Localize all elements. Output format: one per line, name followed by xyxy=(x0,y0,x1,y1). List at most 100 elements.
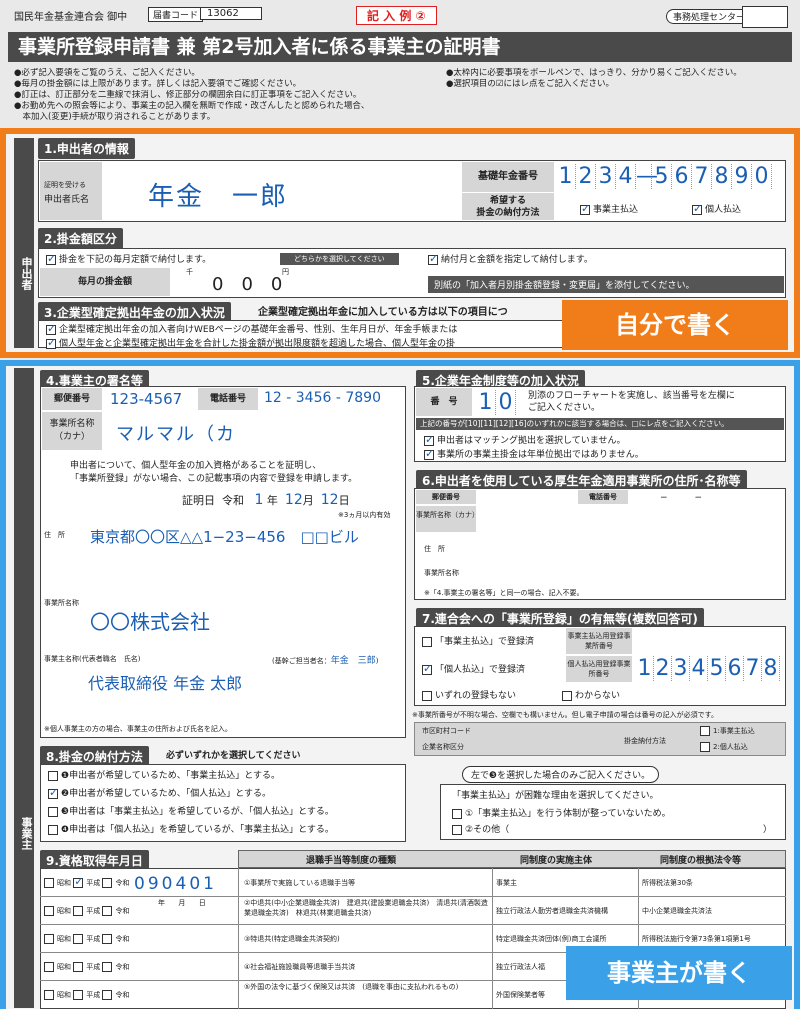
method-opt-personal[interactable]: 個人払込 xyxy=(692,202,741,215)
checkbox-icon xyxy=(102,906,113,916)
s9-date-row1[interactable]: 090401 xyxy=(134,874,217,894)
s9-era-row4[interactable]: 昭和 平成 令和 xyxy=(44,962,129,972)
s9-row3-kind: ③特退共(特定退職金共済契約) xyxy=(244,935,340,943)
checkbox-icon xyxy=(562,690,572,701)
checkbox-icon xyxy=(73,962,84,972)
checkbox-icon xyxy=(102,934,113,944)
s7-opt2-label: 個人払込用登録事業所番号 xyxy=(566,656,632,682)
monthly-amount[interactable]: 000 xyxy=(212,274,300,295)
fixed-monthly-option[interactable]: 掛金を下記の毎月定額で納付します。 xyxy=(46,252,211,265)
postal-label: 郵便番号 xyxy=(42,388,102,410)
checkbox-icon xyxy=(73,934,84,944)
s9-header-kind: 退職手当等制度の種類 xyxy=(306,856,397,866)
s5-number[interactable]: 10 xyxy=(476,390,516,415)
office-name-value[interactable]: 〇〇株式会社 xyxy=(90,606,210,635)
s3-note: 企業型確定拠出年金に加入している方は以下の項目につ xyxy=(258,307,508,318)
s6-kana: 事業所名称（カナ） xyxy=(416,506,479,532)
s9-era-row1[interactable]: 昭和 平成 令和 xyxy=(44,878,129,888)
s3-item2[interactable]: 個人型年金と企業型確定拠出年金を合計した掛金額が拠出限度額を超過した場合、個人型… xyxy=(46,336,566,349)
addressee: 国民年金基金連合会 御中 xyxy=(14,12,128,23)
postal-value[interactable]: 123-4567 xyxy=(110,390,182,408)
checkbox-icon xyxy=(452,824,462,835)
s8-item1[interactable]: ❶申出者が希望しているため、「事業主払込」とする。 xyxy=(48,768,280,781)
kana-value[interactable]: マルマル（カ xyxy=(116,420,236,446)
s9-row1-law: 所得税法第30条 xyxy=(642,879,693,887)
s7-opt1[interactable]: 「事業主払込」で登録済 xyxy=(422,634,534,647)
checkbox-icon xyxy=(73,906,84,916)
s8-item3[interactable]: ❸申出者は「事業主払込」を希望しているが、「個人払込」とする。 xyxy=(48,804,334,817)
s6-box xyxy=(414,488,786,600)
example-badge: 記 入 例 ② xyxy=(356,6,437,25)
rep-value[interactable]: 代表取締役 年金 太郎 xyxy=(88,670,242,694)
s7-opt4[interactable]: わからない xyxy=(562,688,620,701)
s2-title: 2.掛金額区分 xyxy=(38,228,123,249)
phone-label: 電話番号 xyxy=(198,388,258,410)
pension-number[interactable]: 1 2 3 4 —5 6 7 8 9 0 xyxy=(556,164,772,189)
specify-option[interactable]: 納付月と金額を指定して納付します。 xyxy=(428,252,593,265)
s7-opt2[interactable]: 「個人払込」で登録済 xyxy=(422,662,525,675)
checkbox-icon xyxy=(44,934,54,944)
cert-text: 申出者について、個人型年金の加入資格があることを証明し、 「事業所登録」がない場合… xyxy=(70,461,358,484)
checkbox-icon xyxy=(424,447,434,460)
s5-check1[interactable]: 申出者はマッチング拠出を選択していません。 xyxy=(424,433,625,446)
s5-desc: 別添のフローチャートを実施し、該当番号を左欄に ご記入ください。 xyxy=(528,391,735,413)
s7-note: ※事業所番号が不明な場合、空欄でも構いません。但し電子申請の場合は番号の記入が必… xyxy=(412,711,718,719)
phone-value[interactable]: 12 - 3456 - 7890 xyxy=(264,390,381,406)
method-opt-employer[interactable]: 事業主払込 xyxy=(580,202,638,215)
s5-check2[interactable]: 事業所の事業主掛金は年単位拠出ではありません。 xyxy=(424,447,644,460)
notes-left: ●必ず記入要領をご覧のうえ、ご記入ください。 ●毎月の掛金額には上限があります。… xyxy=(14,68,370,122)
s8-right-opt2[interactable]: ②その他（） xyxy=(452,822,782,835)
company-kind-label: 企業名称区分 xyxy=(422,743,464,751)
s8-right-opt1[interactable]: ①「事業主払込」を行う体制が整っていないため。 xyxy=(452,806,671,819)
pay-opt2: 2:個人払込 xyxy=(700,742,748,752)
checkbox-icon xyxy=(102,962,113,972)
s8-item4[interactable]: ❹申出者は「個人払込」を希望しているが、「事業主払込」とする。 xyxy=(48,822,334,835)
s8-right-title: 左で❸を選択した場合のみご記入ください。 xyxy=(462,766,660,783)
checkbox-icon xyxy=(46,322,56,335)
s9-header-entity: 同制度の実施主体 xyxy=(520,856,593,866)
checkbox-icon xyxy=(48,824,58,835)
notes-right: ●太枠内に必要事項をボールペンで、はっきり、分かり易くご記入ください。 ●選択項… xyxy=(446,68,742,89)
employer-side-label: 事業主 xyxy=(14,368,34,1008)
callout-employer: 事業主が書く xyxy=(566,946,792,1000)
s6-name: 事業所名称 xyxy=(424,569,459,577)
s9-row1-entity: 事業主 xyxy=(496,879,517,887)
s9-era-row3[interactable]: 昭和 平成 令和 xyxy=(44,934,129,944)
checkbox-icon xyxy=(73,878,83,888)
s9-era-row5[interactable]: 昭和 平成 令和 xyxy=(44,990,129,1000)
valid-note: ※3ヵ月以内有効 xyxy=(338,511,391,519)
thousand-unit: 千 xyxy=(186,268,193,276)
code-label: 届書コード xyxy=(148,7,204,22)
checkbox-icon xyxy=(102,878,113,888)
sole-note: ※個人事業主の方の場合、事業主の住所および氏名を記入。 xyxy=(44,725,232,733)
kana-label: 事業所名称 （カナ） xyxy=(42,412,102,450)
office-use-box xyxy=(742,6,788,28)
attach-note: 別紙の「加入者月別掛金額登録・変更届」を添付してください。 xyxy=(428,276,784,293)
s6-phone: 電話番号 xyxy=(578,490,628,504)
s1-title: 1.申出者の情報 xyxy=(38,138,135,159)
applicant-name[interactable]: 年金 一郎 xyxy=(148,176,288,213)
office-name-label: 事業所名称 xyxy=(44,599,79,607)
s8-item2[interactable]: ❷申出者が希望しているため、「個人払込」とする。 xyxy=(48,786,271,799)
s9-row3-entity: 特定退職金共済団体(例)商工会議所 xyxy=(496,935,607,943)
checkbox-icon xyxy=(44,878,54,888)
applicant-side-label: 申出者 xyxy=(14,138,34,348)
s7-number[interactable]: 12345678 xyxy=(636,656,780,681)
name-label-small: 証明を受ける xyxy=(44,181,86,189)
s7-opt3[interactable]: いずれの登録もない xyxy=(422,688,516,701)
address-value[interactable]: 東京都〇〇区△△1−23−456 □□ビル xyxy=(90,526,359,547)
either-note: どちらかを選択してください xyxy=(280,253,399,265)
cert-date[interactable]: 証明日 令和 1 年 12月 12日 xyxy=(182,492,350,508)
checkbox-icon xyxy=(44,906,54,916)
s6-dash: − − xyxy=(660,493,703,503)
monthly-label: 毎月の掛金額 xyxy=(40,268,170,296)
address-label: 住 所 xyxy=(44,531,65,539)
s9-header-law: 同制度の根拠法令等 xyxy=(660,856,742,866)
checkbox-icon xyxy=(102,990,113,1000)
s3-item1[interactable]: 企業型確定拠出年金の加入者向けWEBページの基礎年金番号、性別、生年月日が、年金… xyxy=(46,322,566,335)
checkbox-icon xyxy=(46,336,56,349)
s8-right-question: 「事業主払込」が困難な理由を選択してください。 xyxy=(452,791,659,801)
contact-label: (基幹ご担当者名：年金 三郎) xyxy=(272,656,379,666)
s5-number-label: 番 号 xyxy=(416,388,472,416)
s9-era-row2[interactable]: 昭和 平成 令和 xyxy=(44,906,129,916)
